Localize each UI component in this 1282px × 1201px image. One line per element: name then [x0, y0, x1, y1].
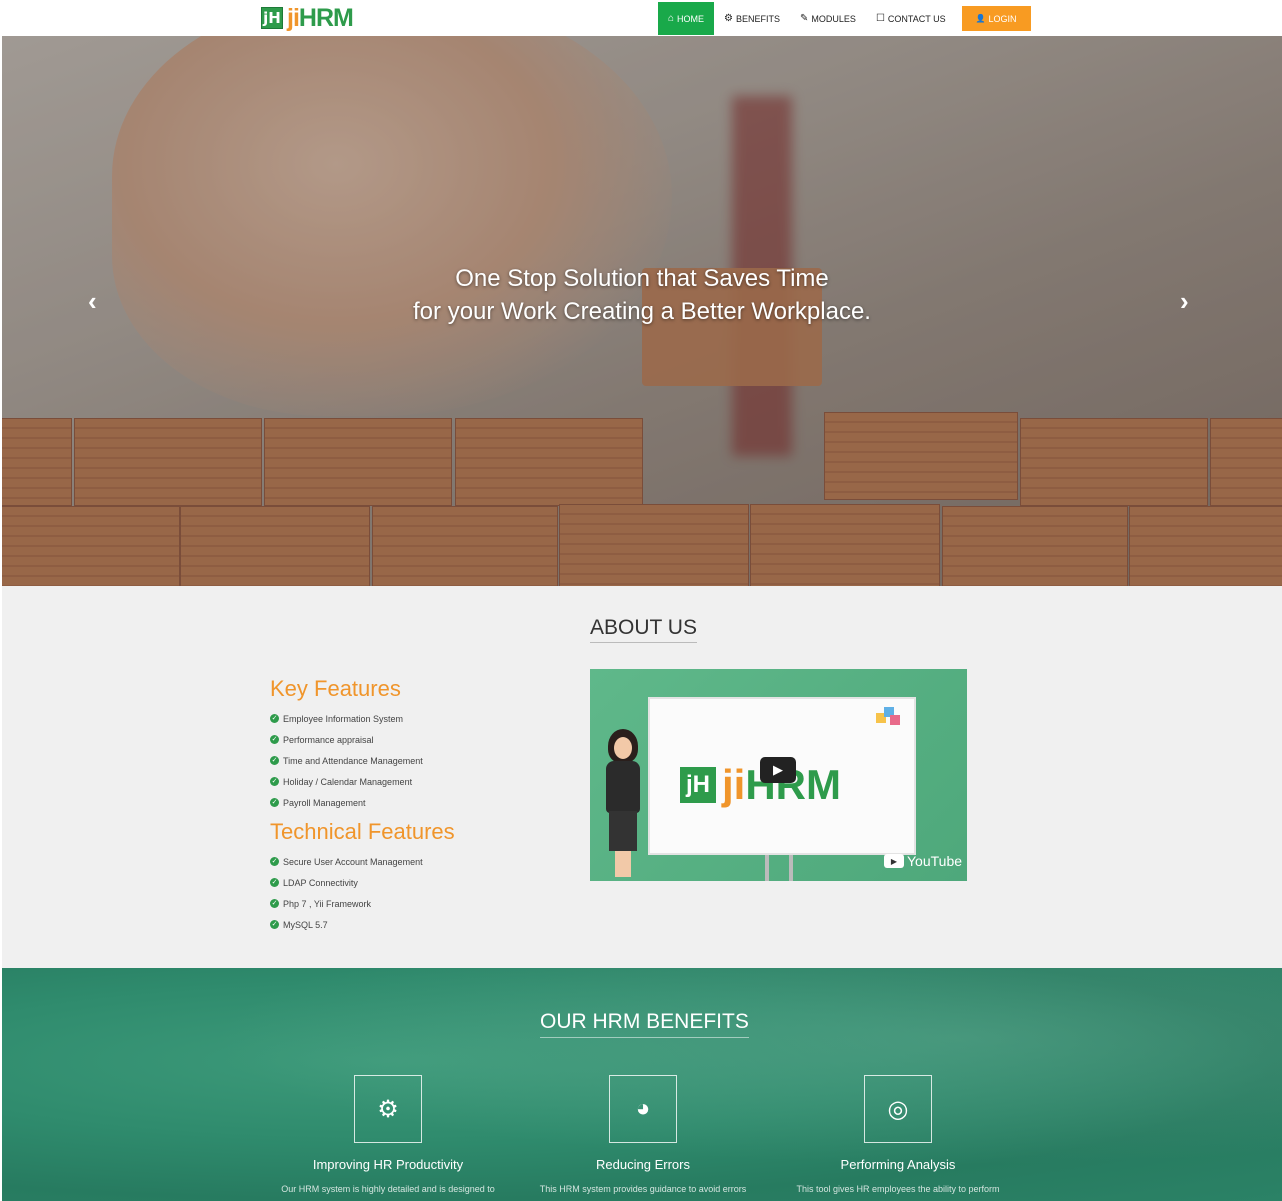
- list-item: ✓ Holiday / Calendar Management: [270, 771, 423, 792]
- benefit-title: Performing Analysis: [840, 1157, 956, 1172]
- nav-benefits-label: BENEFITS: [736, 13, 781, 24]
- nav-modules-label: MODULES: [811, 13, 856, 24]
- cubes-icon: [876, 707, 902, 727]
- technical-features-list: ✓ Secure User Account Management ✓ LDAP Co…: [270, 851, 423, 935]
- logo-text-hrm: HRM: [298, 3, 354, 32]
- youtube-label: YouTube: [907, 853, 963, 869]
- video-logo-mark: jH: [680, 767, 716, 803]
- logo-text-ji: ji: [287, 3, 300, 32]
- feature-label: Time and Attendance Management: [283, 755, 423, 766]
- check-circle-icon: ✓: [270, 735, 279, 744]
- check-circle-icon: ✓: [270, 899, 279, 908]
- hero-carousel: One Stop Solution that Saves Time for yo…: [2, 36, 1282, 586]
- nav-contact-us[interactable]: ☐ CONTACT US: [866, 2, 956, 35]
- list-item: ✓ Performance appraisal: [270, 729, 423, 750]
- phone-icon: ☐: [875, 13, 885, 24]
- whiteboard-stand: [765, 855, 793, 881]
- presenter-skirt: [609, 811, 637, 851]
- login-label: LOGIN: [988, 13, 1017, 24]
- feature-label: Performance appraisal: [283, 734, 374, 745]
- presenter-legs: [615, 851, 631, 877]
- benefit-card-errors: ◕ Reducing Errors This HRM system provid…: [528, 1075, 758, 1194]
- benefit-description: This HRM system provides guidance to avo…: [539, 1184, 747, 1194]
- benefit-card-productivity: ⚙ Improving HR Productivity Our HRM syst…: [273, 1075, 503, 1194]
- check-circle-icon: ✓: [270, 798, 279, 807]
- check-circle-icon: ✓: [270, 777, 279, 786]
- target-icon: ◎: [864, 1075, 932, 1143]
- key-features-heading: Key Features: [270, 676, 401, 701]
- feature-label: MySQL 5.7: [283, 919, 328, 930]
- logo-mark: jH: [261, 7, 283, 29]
- check-circle-icon: ✓: [270, 714, 279, 723]
- benefit-description: Our HRM system is highly detailed and is…: [281, 1184, 495, 1194]
- list-item: ✓ Employee Information System: [270, 708, 423, 729]
- login-button[interactable]: 👤 LOGIN: [961, 6, 1031, 31]
- benefit-card-analysis: ◎ Performing Analysis This tool gives HR…: [783, 1075, 1013, 1194]
- benefit-description: This tool gives HR employees the ability…: [796, 1184, 1000, 1194]
- feature-label: Php 7 , Yii Framework: [283, 898, 372, 909]
- feature-label: Payroll Management: [283, 797, 366, 808]
- list-item: ✓ Payroll Management: [270, 792, 423, 813]
- list-item: ✓ Secure User Account Management: [270, 851, 423, 872]
- main-nav: ⌂ HOME ⚙ BENEFITS ✎ MODULES ☐ CONTACT US…: [658, 2, 1031, 35]
- list-item: ✓ MySQL 5.7: [270, 914, 423, 935]
- nav-contact-label: CONTACT US: [887, 13, 946, 24]
- hero-caption-line1: One Stop Solution that Saves Time: [455, 265, 829, 292]
- hero-caption-line2: for your Work Creating a Better Workplac…: [413, 298, 871, 325]
- benefit-title: Improving HR Productivity: [312, 1157, 464, 1172]
- check-circle-icon: ✓: [270, 878, 279, 887]
- presenter-body: [606, 761, 640, 813]
- navbar: jH ji HRM ⌂ HOME ⚙ BENEFITS ✎ MODULES ☐ …: [0, 0, 1282, 36]
- feature-label: LDAP Connectivity: [283, 877, 358, 888]
- list-item: ✓ Time and Attendance Management: [270, 750, 423, 771]
- list-item: ✓ LDAP Connectivity: [270, 872, 423, 893]
- key-features-list: ✓ Employee Information System ✓ Performanc…: [270, 708, 423, 813]
- user-icon: 👤: [975, 14, 986, 23]
- list-item: ✓ Php 7 , Yii Framework: [270, 893, 423, 914]
- gear-circle-icon: ⚙: [724, 13, 734, 24]
- benefits-title: OUR HRM BENEFITS: [540, 1010, 749, 1038]
- feature-label: Employee Information System: [283, 713, 404, 724]
- carousel-next-icon[interactable]: ›: [1180, 286, 1189, 317]
- technical-features-heading: Technical Features: [270, 819, 455, 844]
- home-icon: ⌂: [668, 13, 675, 24]
- benefit-title: Reducing Errors: [596, 1157, 690, 1172]
- cube: [890, 715, 900, 725]
- check-circle-icon: ✓: [270, 920, 279, 929]
- video-logo-ji: ji: [722, 761, 746, 808]
- presenter-illustration: [602, 729, 646, 879]
- nav-benefits[interactable]: ⚙ BENEFITS: [714, 2, 790, 35]
- nav-home-label: HOME: [677, 13, 705, 24]
- about-video-player[interactable]: jH ji HRM ▶ ▶ YouTube: [590, 669, 967, 881]
- nav-home[interactable]: ⌂ HOME: [658, 2, 715, 35]
- feature-label: Secure User Account Management: [283, 856, 423, 867]
- pencil-icon: ✎: [800, 13, 809, 24]
- hero-caption: One Stop Solution that Saves Time for yo…: [342, 262, 942, 328]
- play-button-icon[interactable]: ▶: [760, 757, 796, 783]
- carousel-prev-icon[interactable]: ‹: [88, 286, 97, 317]
- site-logo[interactable]: jH ji HRM: [261, 3, 354, 32]
- youtube-badge[interactable]: ▶ YouTube: [884, 853, 962, 869]
- about-section: ABOUT US Key Features ✓ Employee Informat…: [2, 586, 1282, 968]
- benefits-section: OUR HRM BENEFITS ⚙ Improving HR Producti…: [2, 968, 1282, 1201]
- gears-icon: ⚙: [354, 1075, 422, 1143]
- pie-chart-icon: ◕: [609, 1075, 677, 1143]
- check-circle-icon: ✓: [270, 857, 279, 866]
- feature-label: Holiday / Calendar Management: [283, 776, 413, 787]
- about-title: ABOUT US: [590, 616, 697, 643]
- nav-modules[interactable]: ✎ MODULES: [790, 2, 866, 35]
- youtube-play-icon: ▶: [884, 854, 904, 868]
- check-circle-icon: ✓: [270, 756, 279, 765]
- presenter-face: [614, 737, 632, 759]
